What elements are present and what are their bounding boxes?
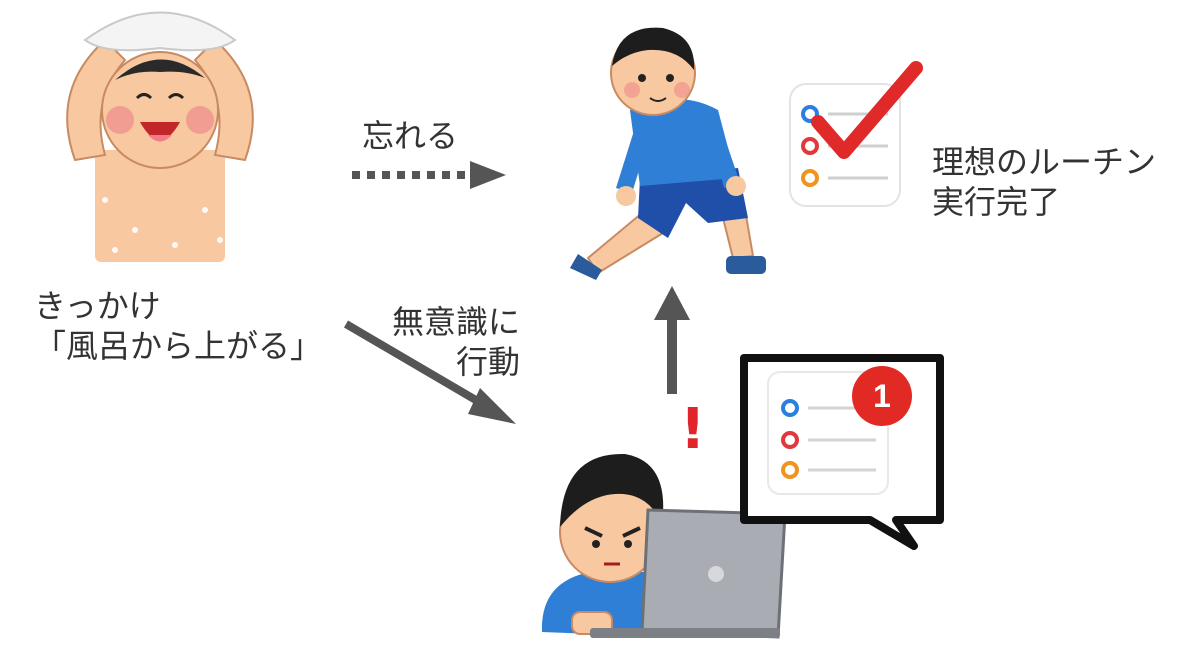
trigger-label-line2: 「風呂から上がる」 — [34, 327, 323, 365]
checklist-icon — [789, 61, 923, 207]
bath-boy-icon — [66, 11, 254, 262]
ideal-routine-line1: 理想のルーチン — [932, 143, 1157, 181]
notification-badge-count: 1 — [873, 378, 891, 414]
unconscious-diagonal-arrow — [343, 320, 516, 424]
forget-label: 忘れる — [362, 117, 459, 155]
notification-bubble-icon: 1 — [740, 354, 944, 550]
up-arrow — [654, 286, 690, 394]
stretching-boy-icon — [570, 27, 766, 280]
ideal-routine-line2: 実行完了 — [932, 183, 1061, 221]
ideal-routine-label: 理想のルーチン 実行完了 — [932, 142, 1156, 222]
trigger-label: きっかけ 「風呂から上がる」 — [34, 286, 322, 366]
forget-dotted-arrow — [352, 161, 506, 189]
exclamation-mark: ! — [680, 397, 706, 462]
trigger-label-line1: きっかけ — [34, 287, 161, 325]
